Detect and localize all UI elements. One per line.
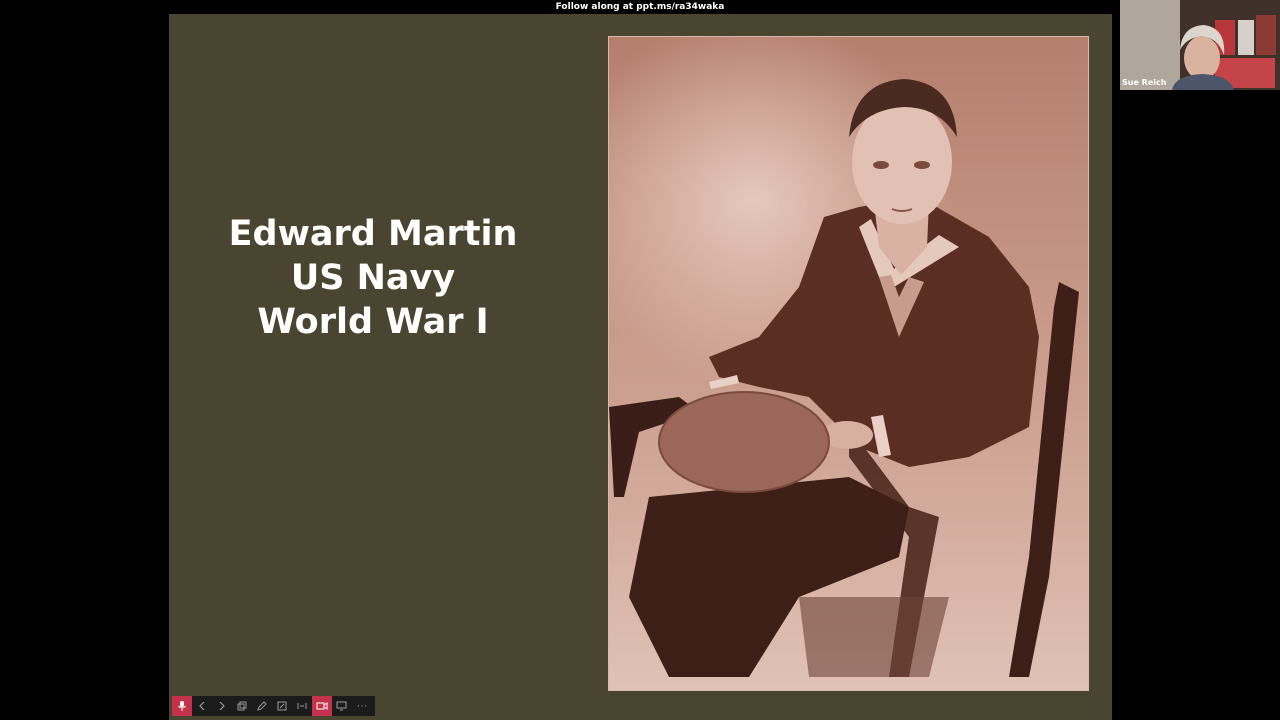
participant-video-feed: [1120, 0, 1280, 90]
slide-title-line-branch: US Navy: [290, 258, 456, 298]
subtitles-button[interactable]: [292, 696, 312, 716]
subtitles-icon: [297, 703, 307, 709]
microphone-icon: [178, 701, 186, 711]
slide-title: Edward Martin US Navy World War I: [209, 212, 537, 344]
previous-slide-button[interactable]: [192, 696, 212, 716]
more-options-icon: ···: [356, 699, 368, 712]
participant-video[interactable]: Sue Reich: [1120, 0, 1280, 90]
next-slide-icon: [219, 701, 225, 711]
camera-icon: [316, 702, 328, 710]
participant-name: Sue Reich: [1122, 78, 1167, 87]
share-screen-button[interactable]: [332, 696, 352, 716]
camera-button[interactable]: [312, 696, 332, 716]
microphone-button[interactable]: [172, 696, 192, 716]
share-screen-icon: [336, 701, 347, 711]
sailor-portrait-photo: [608, 36, 1089, 691]
pen-button[interactable]: [252, 696, 272, 716]
slides-overview-icon: [237, 701, 247, 711]
previous-slide-icon: [199, 701, 205, 711]
slide-title-line-name: Edward Martin: [228, 214, 518, 254]
laser-pointer-icon: [277, 701, 287, 711]
pen-icon: [257, 701, 267, 711]
follow-along-text: Follow along at ppt.ms/ra34waka: [555, 2, 725, 12]
presentation-slide: Edward Martin US Navy World War I: [169, 14, 1112, 720]
laser-pointer-button[interactable]: [272, 696, 292, 716]
follow-along-banner: Follow along at ppt.ms/ra34waka: [0, 0, 1280, 14]
slides-overview-button[interactable]: [232, 696, 252, 716]
next-slide-button[interactable]: [212, 696, 232, 716]
sailor-portrait-illustration: [609, 79, 1079, 677]
more-options-button[interactable]: ···: [352, 696, 372, 716]
presenter-toolbar: ···: [172, 696, 375, 716]
slide-title-line-war: World War I: [257, 302, 489, 342]
